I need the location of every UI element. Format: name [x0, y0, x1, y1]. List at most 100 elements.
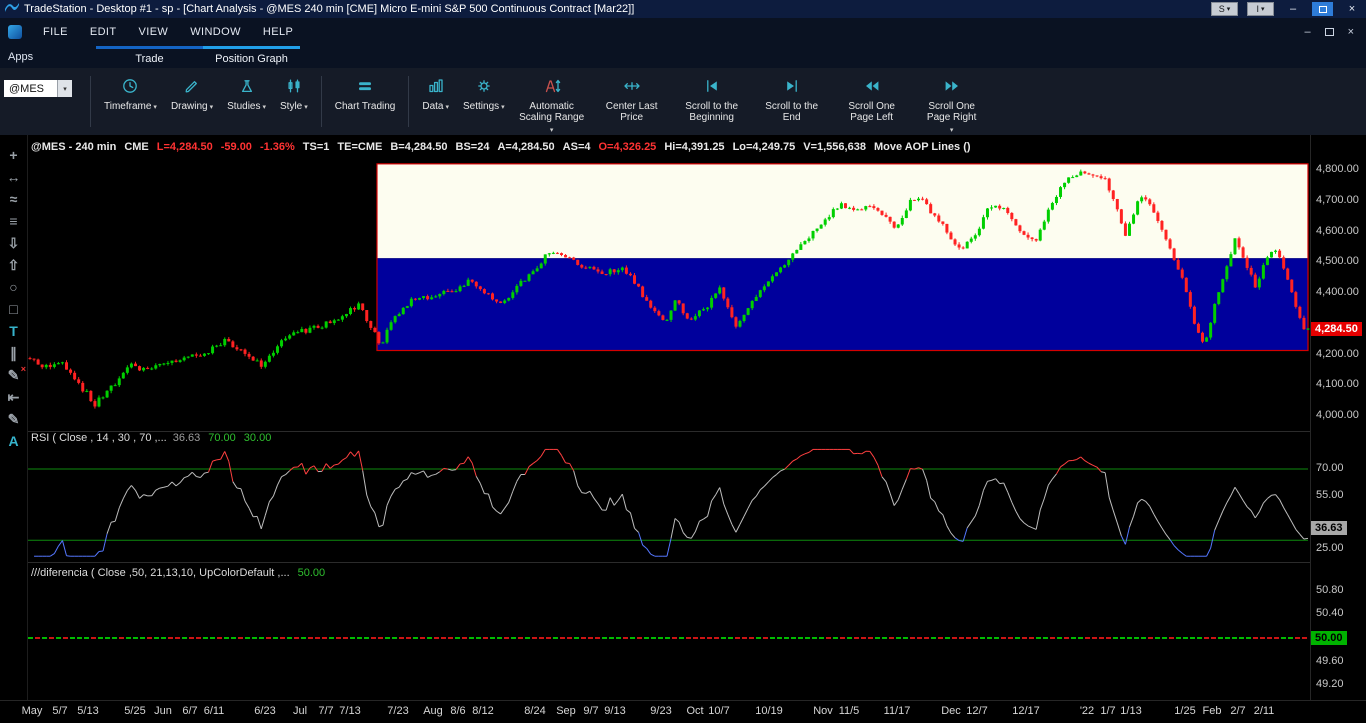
status-segment: V=1,556,638 — [803, 141, 866, 153]
pointer-move-tool[interactable]: ↔ — [0, 166, 27, 188]
status-segment: Move AOP Lines () — [874, 141, 971, 153]
time-tick-label: Jun — [154, 705, 172, 717]
symbol-dropdown-icon[interactable]: ▾ — [57, 80, 72, 97]
snap-left-icon: ⇤ — [8, 389, 20, 406]
ellipse-icon: ○ — [9, 279, 17, 295]
ellipse-tool[interactable]: ○ — [0, 276, 27, 298]
status-segment: BS=24 — [456, 141, 490, 153]
time-tick-label: 1/7 — [1100, 705, 1115, 717]
freehand-tool[interactable]: ≈ — [0, 188, 27, 210]
scroll-one-page-left-icon — [863, 78, 881, 97]
time-tick-label: 8/12 — [472, 705, 493, 717]
rectangle-tool[interactable]: □ — [0, 298, 27, 320]
apps-label[interactable]: Apps — [8, 51, 33, 63]
chevron-down-icon: ▾ — [1261, 5, 1265, 13]
app-icon — [8, 25, 22, 39]
price-axis[interactable]: 4,800.004,700.004,600.004,500.004,400.00… — [1310, 135, 1366, 700]
maximize-icon — [1319, 6, 1327, 13]
text-icon: T — [9, 323, 18, 339]
auto-label-icon: A — [8, 433, 18, 449]
time-tick-label: 5/25 — [124, 705, 145, 717]
time-tick-label: 7/7 — [318, 705, 333, 717]
time-tick-label: 6/7 — [182, 705, 197, 717]
chart-area[interactable]: @MES - 240 minCMEL=4,284.50-59.00-1.36%T… — [28, 135, 1310, 700]
chart-canvas[interactable] — [28, 135, 1310, 700]
rsi-indicator-label[interactable]: RSI ( Close , 14 , 30 , 70 ,...36.6370.0… — [31, 432, 271, 444]
delete-drawing-tool[interactable]: ✎× — [0, 364, 27, 386]
toolbar: @MES ▾ Timeframe▾Drawing▾Studies▾Style▾ C… — [0, 68, 1366, 135]
tab-position-graph[interactable]: Position Graph — [203, 46, 300, 68]
mdi-minimize-button[interactable]: – — [1304, 26, 1310, 38]
studies-button[interactable]: Studies▾ — [220, 68, 273, 113]
snap-left-tool[interactable]: ⇤ — [0, 386, 27, 408]
time-tick-label: Oct — [686, 705, 703, 717]
time-tick-label: 1/13 — [1120, 705, 1141, 717]
titlebar: TradeStation - Desktop #1 - sp - [Chart … — [0, 0, 1366, 18]
line-tools-tool[interactable]: ≡ — [0, 210, 27, 232]
text-tool[interactable]: T — [0, 320, 27, 342]
settings-button[interactable]: Settings▾ — [456, 68, 512, 113]
close-button[interactable]: × — [1343, 3, 1361, 15]
indicator-dropdown-button[interactable]: I▾ — [1247, 2, 1274, 16]
strategy-dropdown-button[interactable]: S▾ — [1211, 2, 1238, 16]
drawing-button[interactable]: Drawing▾ — [164, 68, 220, 113]
status-line: @MES - 240 minCMEL=4,284.50-59.00-1.36%T… — [31, 141, 971, 153]
auto-label-tool[interactable]: A — [0, 430, 27, 452]
eraser-tool[interactable]: ✎ — [0, 408, 27, 430]
time-tick-label: 10/19 — [755, 705, 783, 717]
scroll-one-page-right-button[interactable]: Scroll One Page Right▾ — [912, 68, 992, 136]
maximize-button[interactable] — [1312, 2, 1333, 16]
aop-rectangle — [377, 164, 1308, 351]
menu-help[interactable]: HELP — [252, 26, 304, 38]
time-tick-label: Aug — [423, 705, 443, 717]
price-tick-label: 55.00 — [1316, 489, 1344, 502]
style-button[interactable]: Style▾ — [273, 68, 315, 113]
scroll-to-beginning-button[interactable]: Scroll to the Beginning — [672, 68, 752, 123]
drawing-toolbar: + ↔ ≈≡⇩⇧ ○ □ T ∥✎× ⇤ ✎ A — [0, 135, 28, 700]
automatic-scaling-range-button[interactable]: Automatic Scaling Range▾ — [512, 68, 592, 136]
menu-view[interactable]: VIEW — [128, 26, 180, 38]
time-tick-label: 10/7 — [708, 705, 729, 717]
toolbar-buttons: Timeframe▾Drawing▾Studies▾Style▾ Chart Tr… — [84, 68, 992, 135]
tradestation-window: TradeStation - Desktop #1 - sp - [Chart … — [0, 0, 1366, 723]
time-tick-label: 11/5 — [839, 705, 860, 717]
window-title: TradeStation - Desktop #1 - sp - [Chart … — [24, 3, 634, 15]
rsi-value-badge: 36.63 — [1311, 521, 1347, 535]
center-last-price-button[interactable]: Center Last Price — [592, 68, 672, 123]
menu-edit[interactable]: EDIT — [79, 26, 128, 38]
parallel-lines-tool[interactable]: ∥ — [0, 342, 27, 364]
pointer-move-icon: ↔ — [7, 169, 21, 185]
chevron-down-icon: ▾ — [501, 104, 505, 111]
status-segment: CME — [124, 141, 148, 153]
scroll-to-end-button[interactable]: Scroll to the End — [752, 68, 832, 123]
timeframe-button[interactable]: Timeframe▾ — [97, 68, 164, 113]
toolbar-separator — [90, 76, 91, 127]
toolbar-separator — [321, 76, 322, 127]
diferencia-panel — [28, 637, 1307, 639]
menu-window[interactable]: WINDOW — [179, 26, 252, 38]
time-tick-label: 9/7 — [583, 705, 598, 717]
crosshair-icon: + — [9, 147, 17, 163]
tab-trade[interactable]: Trade — [96, 46, 203, 68]
expand-down-tool[interactable]: ⇩ — [0, 232, 27, 254]
scroll-one-page-left-button[interactable]: Scroll One Page Left — [832, 68, 912, 123]
chart-trading-button[interactable]: Chart Trading — [328, 68, 403, 112]
time-tick-label: 9/13 — [604, 705, 625, 717]
status-segment: Hi=4,391.25 — [664, 141, 724, 153]
status-segment: @MES - 240 min — [31, 141, 116, 153]
symbol-input[interactable]: @MES ▾ — [4, 80, 72, 97]
time-tick-label: Sep — [556, 705, 576, 717]
tabs-row: Apps Trade Position Graph — [0, 46, 1366, 68]
expand-up-tool[interactable]: ⇧ — [0, 254, 27, 276]
menu-file[interactable]: FILE — [32, 26, 79, 38]
data-button[interactable]: Data▾ — [415, 68, 456, 113]
price-tick-label: 49.60 — [1316, 655, 1344, 668]
chevron-down-icon: ▾ — [153, 104, 157, 111]
automatic-scaling-range-icon — [543, 78, 561, 97]
time-axis[interactable]: May5/75/135/25Jun6/76/116/23Jul7/77/137/… — [0, 700, 1366, 723]
mdi-close-button[interactable]: × — [1348, 26, 1354, 38]
diferencia-indicator-label[interactable]: ///diferencia ( Close ,50, 21,13,10, UpC… — [31, 567, 325, 579]
crosshair-tool[interactable]: + — [0, 144, 27, 166]
mdi-restore-button[interactable] — [1325, 28, 1334, 36]
minimize-button[interactable]: – — [1284, 3, 1302, 15]
